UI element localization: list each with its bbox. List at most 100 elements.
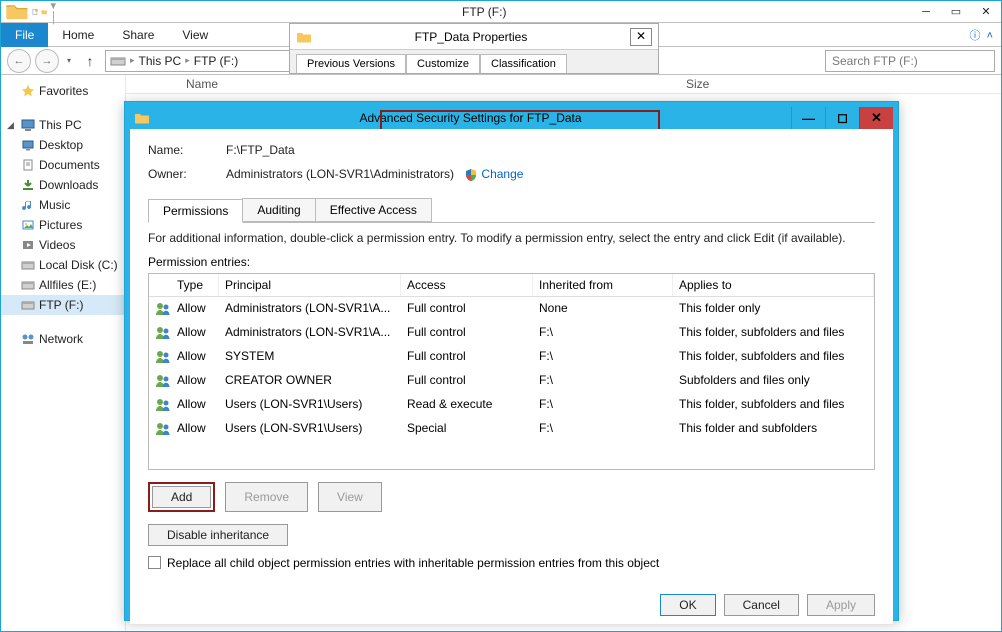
permission-row[interactable]: AllowAdministrators (LON-SVR1\A...Full c…: [149, 321, 874, 345]
sidebar-item[interactable]: Pictures: [1, 215, 125, 235]
adv-title: Advanced Security Settings for FTP_Data: [150, 111, 791, 125]
ok-button[interactable]: OK: [660, 594, 715, 616]
item-icon: [21, 198, 35, 212]
view-button[interactable]: View: [318, 482, 382, 512]
properties-window[interactable]: FTP_Data Properties ✕ Previous Versions …: [289, 23, 659, 74]
user-icon: [155, 397, 171, 413]
sidebar-item[interactable]: Music: [1, 195, 125, 215]
advanced-security-window[interactable]: Advanced Security Settings for FTP_Data …: [124, 101, 899, 621]
cell-access: Full control: [401, 299, 533, 319]
sidebar-item[interactable]: Desktop: [1, 135, 125, 155]
adv-tabs: Permissions Auditing Effective Access: [148, 198, 875, 223]
properties-close[interactable]: ✕: [630, 28, 652, 46]
sidebar-item[interactable]: Downloads: [1, 175, 125, 195]
item-icon: [21, 258, 35, 272]
disable-inheritance-button[interactable]: Disable inheritance: [148, 524, 288, 546]
remove-button[interactable]: Remove: [225, 482, 308, 512]
col-applies[interactable]: Applies to: [673, 274, 874, 296]
crumb-ftp[interactable]: FTP (F:): [194, 54, 238, 68]
qa-divider: ▾ │: [50, 0, 57, 24]
sidebar-item-label: Videos: [39, 238, 75, 252]
adv-body: Name:F:\FTP_Data Owner: Administrators (…: [130, 129, 893, 624]
cancel-button[interactable]: Cancel: [724, 594, 799, 616]
forward-button[interactable]: →: [35, 49, 59, 73]
annotation-highlight-add: Add: [148, 482, 215, 512]
permission-row[interactable]: AllowCREATOR OWNERFull controlF:\Subfold…: [149, 369, 874, 393]
network-group[interactable]: Network: [1, 329, 125, 349]
folder-icon: [134, 111, 150, 125]
permission-row[interactable]: AllowUsers (LON-SVR1\Users)Read & execut…: [149, 393, 874, 417]
item-icon: [21, 278, 35, 292]
tab-previous-versions[interactable]: Previous Versions: [296, 54, 406, 73]
cell-principal: CREATOR OWNER: [219, 371, 401, 391]
adv-minimize[interactable]: —: [791, 107, 825, 129]
tab-auditing[interactable]: Auditing: [242, 198, 315, 222]
tab-home[interactable]: Home: [48, 24, 108, 46]
replace-checkbox[interactable]: [148, 556, 161, 569]
adv-titlebar[interactable]: Advanced Security Settings for FTP_Data …: [130, 107, 893, 129]
change-owner-link[interactable]: Change: [481, 167, 523, 181]
cell-inherited: None: [533, 299, 673, 319]
name-value: F:\FTP_Data: [226, 143, 295, 157]
item-icon: [21, 158, 35, 172]
col-size[interactable]: Size: [686, 77, 709, 91]
cell-principal: Users (LON-SVR1\Users): [219, 419, 401, 439]
col-access[interactable]: Access: [401, 274, 533, 296]
back-button[interactable]: ←: [7, 49, 31, 73]
adv-maximize[interactable]: ◻: [825, 107, 859, 129]
tab-permissions[interactable]: Permissions: [148, 199, 243, 223]
col-name[interactable]: Name: [186, 77, 218, 91]
permissions-table[interactable]: Type Principal Access Inherited from App…: [148, 273, 875, 470]
sidebar-item[interactable]: Videos: [1, 235, 125, 255]
tab-customize[interactable]: Customize: [406, 54, 480, 73]
ribbon-help-icon[interactable]: ⓘ ˄: [969, 27, 1001, 43]
minimize-button[interactable]: ─: [911, 2, 941, 22]
this-pc-group[interactable]: ◢ This PC: [1, 115, 125, 135]
col-inherited[interactable]: Inherited from: [533, 274, 673, 296]
history-dropdown[interactable]: ▾: [63, 56, 75, 65]
permission-row[interactable]: AllowAdministrators (LON-SVR1\A...Full c…: [149, 297, 874, 321]
up-button[interactable]: ↑: [79, 50, 101, 72]
permissions-header[interactable]: Type Principal Access Inherited from App…: [149, 274, 874, 297]
sidebar-item-label: Pictures: [39, 218, 82, 232]
cell-access: Full control: [401, 347, 533, 367]
col-principal[interactable]: Principal: [219, 274, 401, 296]
close-button[interactable]: ✕: [971, 2, 1001, 22]
sidebar-item[interactable]: FTP (F:): [1, 295, 125, 315]
sidebar-item[interactable]: Documents: [1, 155, 125, 175]
sidebar-item-label: Documents: [39, 158, 100, 172]
explorer-titlebar[interactable]: ▾ │ FTP (F:) ─ ▭ ✕: [1, 1, 1001, 23]
file-menu[interactable]: File: [1, 23, 48, 47]
search-box[interactable]: Search FTP (F:): [825, 50, 995, 72]
cell-access: Full control: [401, 323, 533, 343]
cell-inherited: F:\: [533, 371, 673, 391]
cell-principal: Administrators (LON-SVR1\A...: [219, 299, 401, 319]
cell-applies: This folder, subfolders and files: [673, 395, 874, 415]
new-doc-icon: [32, 5, 38, 19]
item-icon: [21, 218, 35, 232]
add-button[interactable]: Add: [152, 486, 211, 508]
tab-share[interactable]: Share: [108, 24, 168, 46]
cell-type: Allow: [171, 323, 219, 343]
adv-close[interactable]: ✕: [859, 107, 893, 129]
permission-row[interactable]: AllowUsers (LON-SVR1\Users)SpecialF:\Thi…: [149, 417, 874, 441]
crumb-this-pc[interactable]: This PC: [139, 54, 182, 68]
sidebar-item-label: FTP (F:): [39, 298, 83, 312]
tab-classification[interactable]: Classification: [480, 54, 567, 73]
cell-applies: This folder, subfolders and files: [673, 323, 874, 343]
sidebar-item-label: Desktop: [39, 138, 83, 152]
sidebar-item[interactable]: Allfiles (E:): [1, 275, 125, 295]
apply-button[interactable]: Apply: [807, 594, 875, 616]
maximize-button[interactable]: ▭: [941, 2, 971, 22]
permission-row[interactable]: AllowSYSTEMFull controlF:\This folder, s…: [149, 345, 874, 369]
col-type[interactable]: Type: [171, 274, 219, 296]
nav-pane[interactable]: Favorites ◢ This PC Desktop Documents Do…: [1, 75, 126, 631]
sidebar-item[interactable]: Local Disk (C:): [1, 255, 125, 275]
cell-type: Allow: [171, 371, 219, 391]
favorites-group[interactable]: Favorites: [1, 81, 125, 101]
tab-effective-access[interactable]: Effective Access: [315, 198, 432, 222]
list-header[interactable]: Name: [126, 75, 1001, 94]
tab-view[interactable]: View: [168, 24, 222, 46]
sidebar-item-label: Downloads: [39, 178, 98, 192]
permissions-label: Permission entries:: [148, 255, 875, 269]
